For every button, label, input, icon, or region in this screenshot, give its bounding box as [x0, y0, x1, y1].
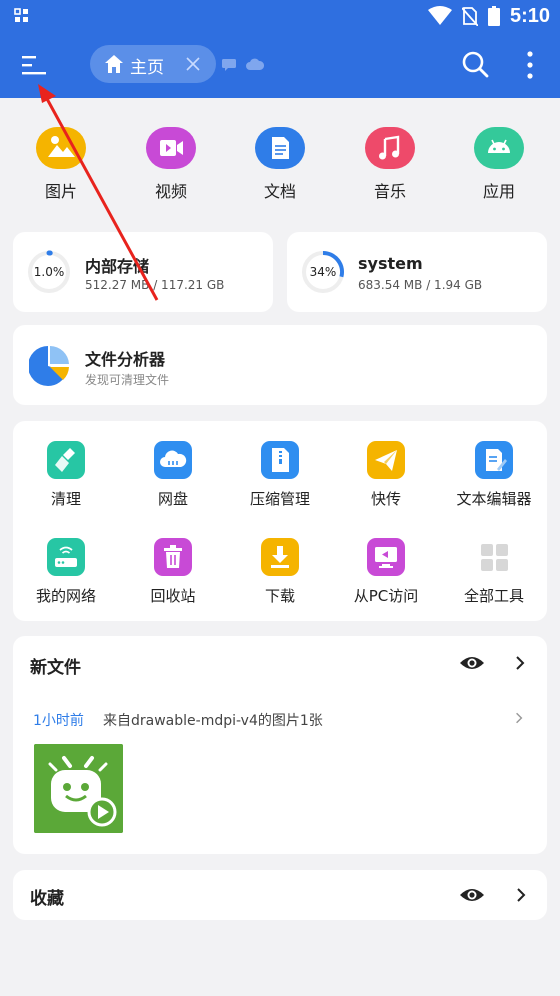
home-tab-label: 主页	[130, 58, 164, 78]
new-files-title: 新文件	[30, 658, 81, 678]
tool-label: 全部工具	[463, 587, 524, 605]
status-bar: 5:10	[0, 0, 560, 32]
category-images[interactable]: 图片	[25, 127, 97, 202]
storage-card-internal[interactable]: 1.0% 内部存储 512.27 MB / 117.21 GB	[13, 232, 273, 312]
tool-label: 文本编辑器	[456, 490, 532, 508]
android-icon	[474, 127, 524, 169]
clock: 5:10	[509, 4, 550, 27]
storage-usage: 512.27 MB / 117.21 GB	[85, 278, 225, 292]
category-label: 应用	[482, 182, 515, 201]
tools-card: 清理 网盘 压缩管理 快传 文本编辑器 我的网络 回收站 下载 从PC访问 全部…	[13, 421, 547, 621]
eye-icon[interactable]	[459, 654, 485, 672]
pie-chart-icon	[29, 346, 69, 386]
tool-recycle-bin[interactable]: 回收站	[123, 538, 223, 606]
file-analyzer-card[interactable]: 文件分析器 发现可清理文件	[13, 325, 547, 405]
analyzer-title: 文件分析器	[85, 350, 166, 369]
battery-icon	[487, 6, 500, 26]
storage-card-system[interactable]: 34% system 683.54 MB / 1.94 GB	[287, 232, 547, 312]
category-label: 音乐	[373, 182, 406, 201]
tool-cleaner[interactable]: 清理	[16, 441, 116, 509]
tool-netdisk[interactable]: 网盘	[123, 441, 223, 509]
zip-icon	[261, 441, 299, 479]
cloud-icon[interactable]	[246, 58, 264, 70]
favorites-title: 收藏	[30, 889, 64, 909]
tool-label: 从PC访问	[353, 587, 419, 605]
new-files-description[interactable]: 来自drawable-mdpi-v4的图片1张	[103, 710, 323, 730]
cloud-icon	[154, 441, 192, 479]
tool-pc-access[interactable]: 从PC访问	[336, 538, 436, 606]
tool-all-tools[interactable]: 全部工具	[444, 538, 544, 606]
no-sim-icon	[461, 7, 478, 26]
broom-icon	[47, 441, 85, 479]
eye-icon[interactable]	[459, 886, 485, 904]
tv-app-icon	[34, 744, 123, 833]
storage-name: system	[358, 254, 423, 273]
category-documents[interactable]: 文档	[244, 127, 316, 202]
download-icon	[261, 538, 299, 576]
chevron-right-icon[interactable]	[516, 888, 526, 902]
notification-icon	[14, 8, 28, 22]
music-icon	[365, 127, 415, 169]
tool-quick-send[interactable]: 快传	[336, 441, 436, 509]
home-tab[interactable]: 主页	[90, 45, 216, 83]
chevron-right-icon[interactable]	[515, 656, 525, 670]
tool-my-network[interactable]: 我的网络	[16, 538, 116, 606]
tool-download[interactable]: 下载	[230, 538, 330, 606]
send-icon	[367, 441, 405, 479]
tool-label: 压缩管理	[249, 490, 310, 508]
search-icon[interactable]	[461, 50, 489, 78]
category-apps[interactable]: 应用	[463, 127, 535, 202]
category-videos[interactable]: 视频	[135, 127, 207, 202]
storage-usage: 683.54 MB / 1.94 GB	[358, 278, 483, 292]
category-label: 视频	[154, 182, 187, 201]
storage-percent: 34%	[309, 265, 337, 279]
grid-icon	[475, 538, 513, 576]
tool-label: 网盘	[157, 490, 188, 508]
top-bar: 5:10 主页	[0, 0, 560, 98]
edit-document-icon	[475, 441, 513, 479]
more-options-icon[interactable]	[524, 50, 536, 80]
new-files-time: 1小时前	[33, 713, 84, 729]
tool-label: 回收站	[150, 587, 196, 605]
favorites-card[interactable]: 收藏	[13, 870, 547, 920]
tool-label: 下载	[264, 587, 295, 605]
file-thumbnail[interactable]	[34, 744, 123, 833]
tool-text-editor[interactable]: 文本编辑器	[444, 441, 544, 509]
trash-icon	[154, 538, 192, 576]
storage-percent: 1.0%	[33, 265, 65, 279]
analyzer-subtitle: 发现可清理文件	[85, 373, 170, 387]
close-icon[interactable]	[186, 57, 200, 71]
home-icon	[105, 55, 123, 73]
tool-zip-manager[interactable]: 压缩管理	[230, 441, 330, 509]
category-label: 图片	[44, 182, 77, 201]
router-icon	[47, 538, 85, 576]
video-icon	[146, 127, 196, 169]
document-icon	[255, 127, 305, 169]
tool-label: 清理	[50, 490, 81, 508]
pc-access-icon	[367, 538, 405, 576]
image-icon	[36, 127, 86, 169]
chevron-right-icon[interactable]	[515, 712, 523, 724]
wifi-icon	[427, 6, 452, 25]
category-label: 文档	[263, 182, 296, 201]
menu-icon[interactable]	[18, 50, 50, 80]
app-bar: 主页	[0, 32, 560, 98]
category-music[interactable]: 音乐	[354, 127, 426, 202]
tool-label: 快传	[370, 490, 401, 508]
tool-label: 我的网络	[35, 587, 96, 605]
new-files-card: 新文件 1小时前 来自drawable-mdpi-v4的图片1张	[13, 636, 547, 854]
message-icon[interactable]	[222, 59, 236, 71]
storage-name: 内部存储	[85, 257, 150, 276]
